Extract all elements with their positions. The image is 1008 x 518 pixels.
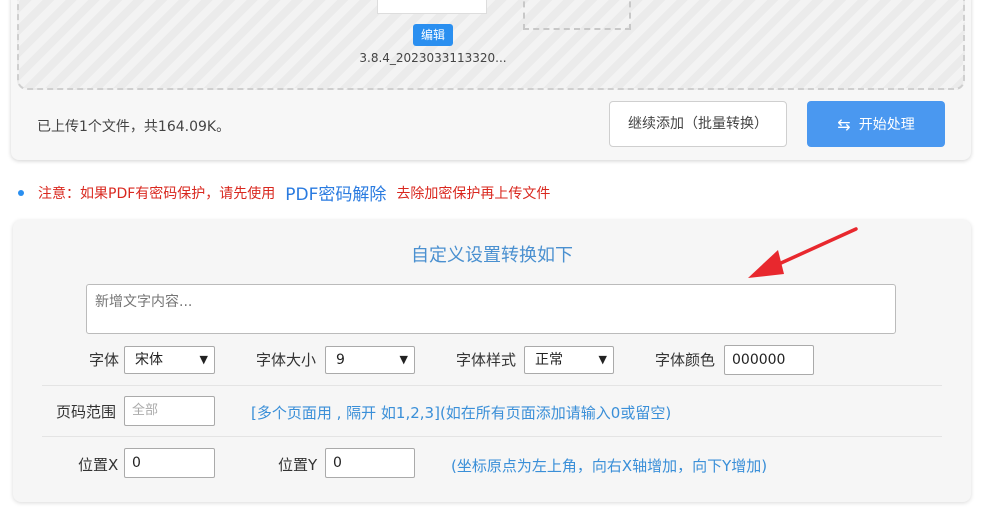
font-label: 字体	[89, 351, 120, 369]
position-x-input[interactable]: 0	[124, 448, 215, 478]
divider	[42, 436, 942, 437]
font-size-label: 字体大小	[256, 351, 317, 369]
swap-arrows-icon: ⇆	[837, 114, 851, 134]
divider	[42, 385, 942, 386]
file-dropzone[interactable]: 编辑 3.8.4_2023033113320...	[17, 0, 965, 90]
password-notice: 注意：如果PDF有密码保护，请先使用 PDF密码解除 去除加密保护再上传文件	[18, 180, 550, 205]
page-range-hint: [多个页面用 , 隔开 如1,2,3](如在所有页面添加请输入0或留空)	[251, 404, 672, 422]
continue-add-button[interactable]: 继续添加（批量转换）	[609, 101, 787, 147]
file-thumbnail	[377, 0, 487, 14]
bullet-dot	[18, 189, 24, 196]
position-row: 位置X 0 位置Y 0 (坐标原点为左上角，向右X轴增加，向下Y增加)	[13, 447, 971, 479]
start-process-button[interactable]: ⇆ 开始处理	[807, 101, 945, 147]
font-settings-row: 字体 宋体 ▼ 字体大小 9 ▼ 字体样式 正常 ▼ 字体颜色 000000	[13, 345, 971, 377]
font-select-value: 宋体	[135, 352, 163, 368]
chevron-down-icon: ▼	[598, 353, 607, 366]
font-color-input[interactable]: 000000	[724, 345, 814, 375]
position-x-label: 位置X	[78, 456, 119, 474]
font-size-value: 9	[336, 352, 345, 368]
upload-status: 已上传1个文件，共164.09K。	[37, 119, 231, 135]
file-name: 3.8.4_2023033113320...	[359, 51, 507, 65]
pdf-unlock-link[interactable]: PDF密码解除	[285, 180, 386, 205]
annotation-arrow-icon	[748, 227, 858, 278]
page-range-row: 页码范围 全部 [多个页面用 , 隔开 如1,2,3](如在所有页面添加请输入0…	[13, 395, 971, 427]
font-select[interactable]: 宋体 ▼	[124, 346, 215, 374]
upload-panel: 编辑 3.8.4_2023033113320... 已上传1个文件，共164.0…	[11, 0, 971, 160]
font-style-value: 正常	[535, 352, 563, 368]
font-style-label: 字体样式	[456, 351, 517, 369]
position-y-input[interactable]: 0	[325, 448, 415, 478]
page-range-label: 页码范围	[56, 403, 117, 421]
font-style-select[interactable]: 正常 ▼	[524, 346, 614, 374]
notice-text-after: 去除加密保护再上传文件	[396, 185, 551, 202]
position-hint: (坐标原点为左上角，向右X轴增加，向下Y增加)	[451, 457, 768, 475]
text-content-input[interactable]	[86, 284, 896, 334]
font-color-label: 字体颜色	[655, 351, 716, 369]
chevron-down-icon: ▼	[199, 353, 208, 366]
page-range-input[interactable]: 全部	[124, 396, 215, 426]
chevron-down-icon: ▼	[399, 353, 408, 366]
edit-file-button[interactable]: 编辑	[413, 24, 453, 46]
add-file-slot[interactable]	[523, 0, 631, 30]
font-size-select[interactable]: 9 ▼	[325, 346, 415, 374]
start-process-label: 开始处理	[858, 117, 915, 133]
position-y-label: 位置Y	[278, 456, 318, 474]
notice-text-before: 注意：如果PDF有密码保护，请先使用	[38, 185, 276, 202]
